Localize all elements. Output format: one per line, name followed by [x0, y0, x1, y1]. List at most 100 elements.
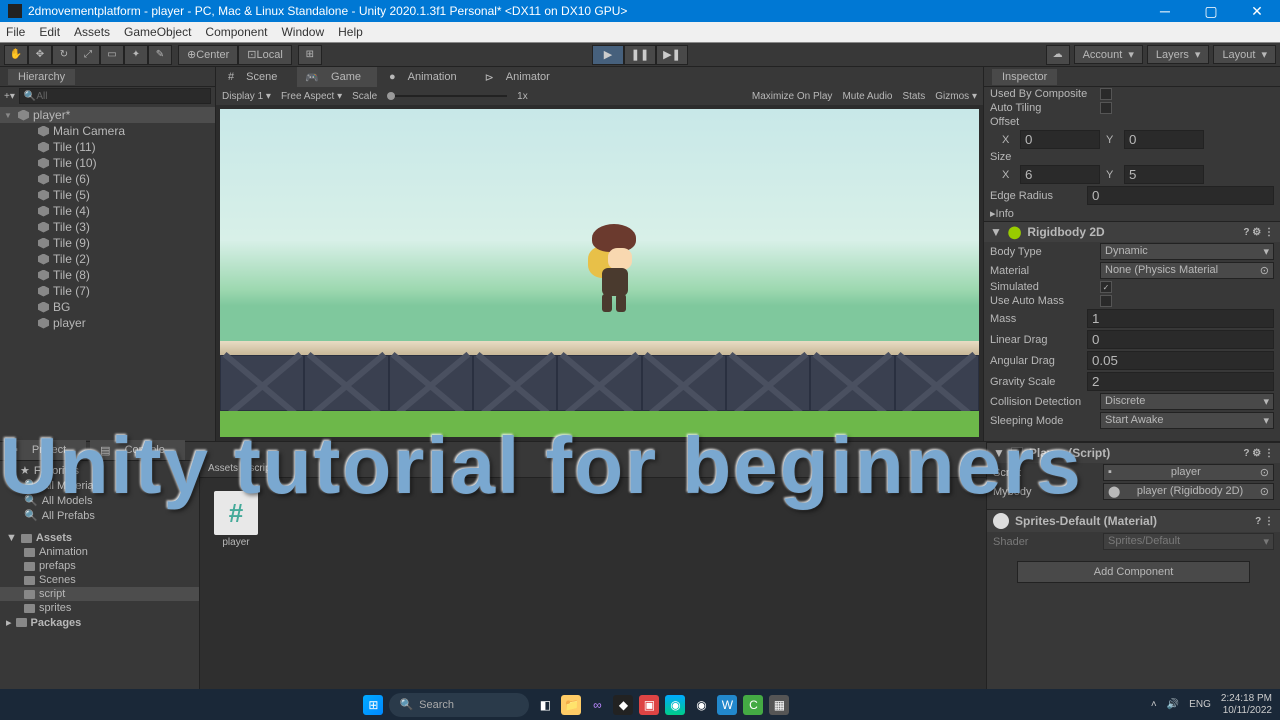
rect-tool[interactable]: ▭	[100, 45, 124, 65]
packages-folder[interactable]: ▸ Packages	[0, 615, 199, 630]
folder-animation[interactable]: Animation	[0, 545, 199, 559]
taskbar-search[interactable]: 🔍 Search	[389, 693, 529, 717]
menu-edit[interactable]: Edit	[39, 25, 60, 39]
hierarchy-item[interactable]: Tile (2)	[0, 251, 215, 267]
hierarchy-item[interactable]: player	[0, 315, 215, 331]
hierarchy-item[interactable]: Tile (11)	[0, 139, 215, 155]
explorer-icon[interactable]: 📁	[561, 695, 581, 715]
hierarchy-item[interactable]: Tile (3)	[0, 219, 215, 235]
hierarchy-tab[interactable]: Hierarchy	[8, 69, 75, 85]
hierarchy-search[interactable]: 🔍 All	[19, 88, 211, 104]
close-button[interactable]: ✕	[1234, 0, 1280, 22]
display-dropdown[interactable]: Display 1 ▾	[222, 91, 271, 102]
transform-tool[interactable]: ✦	[124, 45, 148, 65]
all-models[interactable]: 🔍 All Models	[0, 493, 199, 508]
folder-script[interactable]: script	[0, 587, 199, 601]
scale-tool[interactable]: ⤢	[76, 45, 100, 65]
project-tab[interactable]: ▪ Project	[4, 440, 86, 460]
menu-file[interactable]: File	[6, 25, 25, 39]
folder-sprites[interactable]: sprites	[0, 601, 199, 615]
hierarchy-item[interactable]: Tile (6)	[0, 171, 215, 187]
tray-chevron[interactable]: ˄	[1151, 699, 1157, 710]
app2-icon[interactable]: ▦	[769, 695, 789, 715]
folder-scenes[interactable]: Scenes	[0, 573, 199, 587]
menu-gameobject[interactable]: GameObject	[124, 25, 191, 39]
task-view-icon[interactable]: ◧	[535, 695, 555, 715]
maximize-on-play[interactable]: Maximize On Play	[752, 91, 833, 102]
linear-drag-input[interactable]	[1087, 330, 1274, 349]
edge-radius-input[interactable]	[1087, 186, 1274, 205]
layers-dropdown[interactable]: Layers▾	[1147, 45, 1210, 64]
custom-tool[interactable]: ✎	[148, 45, 172, 65]
gravity-scale-input[interactable]	[1087, 372, 1274, 391]
offset-x[interactable]	[1020, 130, 1100, 149]
collision-detection-dropdown[interactable]: Discrete▾	[1100, 393, 1274, 410]
auto-mass-checkbox[interactable]	[1100, 295, 1112, 307]
hierarchy-item[interactable]: Tile (7)	[0, 283, 215, 299]
hierarchy-item[interactable]: Main Camera	[0, 123, 215, 139]
all-materials[interactable]: 🔍 All Materials	[0, 478, 199, 493]
create-dropdown[interactable]: +▾	[4, 91, 15, 102]
size-y[interactable]	[1124, 165, 1204, 184]
taskbar-clock[interactable]: 2:24:18 PM 10/11/2022	[1221, 693, 1272, 717]
mybody-field[interactable]: ⬤ player (Rigidbody 2D) ⊙	[1103, 483, 1274, 500]
gizmos-dropdown[interactable]: Gizmos ▾	[935, 91, 977, 102]
start-button[interactable]: ⊞	[363, 695, 383, 715]
assets-folder[interactable]: ▼ Assets	[0, 531, 199, 545]
move-tool[interactable]: ✥	[28, 45, 52, 65]
scale-slider[interactable]	[387, 95, 507, 97]
word-icon[interactable]: W	[717, 695, 737, 715]
menu-assets[interactable]: Assets	[74, 25, 110, 39]
minimize-button[interactable]: ─	[1142, 0, 1188, 22]
mass-input[interactable]	[1087, 309, 1274, 328]
offset-y[interactable]	[1124, 130, 1204, 149]
asset-player-script[interactable]: # player	[208, 491, 264, 548]
favorites-folder[interactable]: ▼ ★ Favorites	[0, 463, 199, 478]
collab-icon[interactable]: ☁	[1046, 45, 1070, 65]
rotate-tool[interactable]: ↻	[52, 45, 76, 65]
scene-tab[interactable]: # Scene	[220, 67, 293, 87]
app-icon[interactable]: ▣	[639, 695, 659, 715]
snap-tool[interactable]: ⊞	[298, 45, 322, 65]
hand-tool[interactable]: ✋	[4, 45, 28, 65]
scene-row[interactable]: ▼player*	[0, 107, 215, 123]
body-type-dropdown[interactable]: Dynamic▾	[1100, 243, 1274, 260]
simulated-checkbox[interactable]: ✓	[1100, 281, 1112, 293]
script-field[interactable]: ▪ player ⊙	[1103, 464, 1274, 481]
add-component-button[interactable]: Add Component	[1017, 561, 1250, 583]
used-by-composite-checkbox[interactable]	[1100, 88, 1112, 100]
console-tab[interactable]: ▤ Console	[90, 440, 185, 460]
menu-component[interactable]: Component	[205, 25, 267, 39]
size-x[interactable]	[1020, 165, 1100, 184]
vs-icon[interactable]: ∞	[587, 695, 607, 715]
play-button[interactable]: ▶	[592, 45, 624, 65]
chrome-icon[interactable]: ◉	[691, 695, 711, 715]
auto-tiling-checkbox[interactable]	[1100, 102, 1112, 114]
shader-dropdown[interactable]: Sprites/Default▾	[1103, 533, 1274, 550]
language-indicator[interactable]: ENG	[1189, 699, 1211, 710]
maximize-button[interactable]: ▢	[1188, 0, 1234, 22]
menu-window[interactable]: Window	[281, 25, 324, 39]
pivot-center[interactable]: ⊕Center	[178, 45, 238, 65]
breadcrumb[interactable]: Assets > script	[200, 460, 986, 478]
angular-drag-input[interactable]	[1087, 351, 1274, 370]
hierarchy-item[interactable]: Tile (10)	[0, 155, 215, 171]
all-prefabs[interactable]: 🔍 All Prefabs	[0, 508, 199, 523]
material-field[interactable]: None (Physics Material⊙	[1100, 262, 1274, 279]
hierarchy-item[interactable]: Tile (8)	[0, 267, 215, 283]
folder-prefaps[interactable]: prefaps	[0, 559, 199, 573]
pause-button[interactable]: ❚❚	[624, 45, 656, 65]
rigidbody-header[interactable]: ▼ ⬤Rigidbody 2D? ⚙ ⋮	[984, 221, 1280, 242]
network-icon[interactable]: 🔊	[1167, 699, 1179, 710]
hierarchy-item[interactable]: BG	[0, 299, 215, 315]
player-script-header[interactable]: ▼ ✓ Player (Script)? ⚙ ⋮	[987, 442, 1280, 463]
layout-dropdown[interactable]: Layout▾	[1213, 45, 1276, 64]
sleeping-mode-dropdown[interactable]: Start Awake▾	[1100, 412, 1274, 429]
pivot-local[interactable]: ⊡Local	[238, 45, 292, 65]
animator-tab[interactable]: ⊳ Animator	[477, 67, 566, 87]
camtasia-icon[interactable]: C	[743, 695, 763, 715]
inspector-tab[interactable]: Inspector	[992, 69, 1057, 85]
animation-tab[interactable]: ● Animation	[381, 67, 473, 87]
mute-audio[interactable]: Mute Audio	[842, 91, 892, 102]
hierarchy-item[interactable]: Tile (9)	[0, 235, 215, 251]
